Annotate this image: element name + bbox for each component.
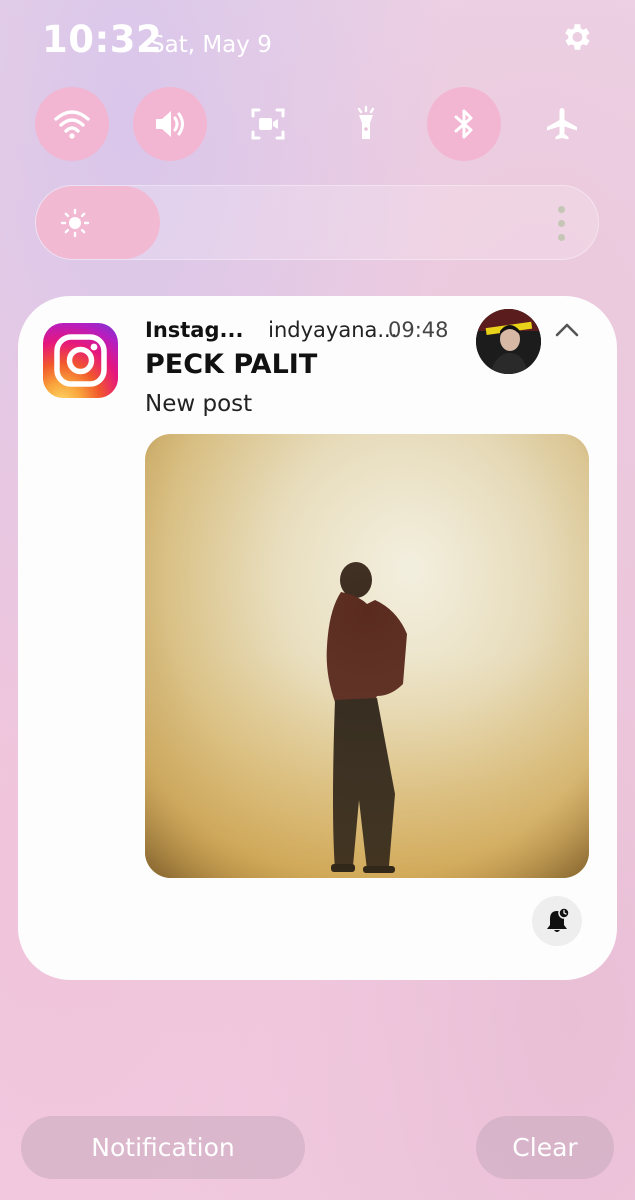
brightness-fill [36,186,160,259]
sound-toggle[interactable] [133,87,207,161]
app-name: Instag... [145,318,244,342]
bluetooth-toggle[interactable] [427,87,501,161]
clock: 10:32 [42,18,163,61]
quick-settings-tiles [35,87,601,161]
volume-icon [156,111,184,137]
brightness-slider[interactable] [35,185,599,260]
flashlight-icon [357,105,375,139]
notification-text: New post [145,391,253,417]
notification-card[interactable]: Instag... indyayana... 09:48 PECK PALIT … [18,296,617,980]
wifi-icon [54,110,90,139]
notification-header: Instag... indyayana... [145,318,397,346]
bell-snooze-icon [547,907,570,932]
status-bar: 10:32 Sat, May 9 [42,14,593,68]
screen-record-icon [251,108,285,140]
clear-button[interactable]: Clear [476,1116,614,1179]
avatar [476,309,541,374]
airplane-mode-toggle[interactable] [525,87,599,161]
more-options-icon[interactable] [558,206,566,242]
chevron-up-icon[interactable] [554,320,580,340]
screen-recorder-toggle[interactable] [231,87,305,161]
bluetooth-icon [454,109,473,139]
date: Sat, May 9 [150,32,272,58]
flashlight-toggle[interactable] [329,87,403,161]
notification-settings-button[interactable]: Notification [21,1116,305,1179]
account-name: indyayana... [268,318,398,342]
post-image[interactable] [145,434,589,878]
sun-icon [60,208,90,238]
gear-icon[interactable] [559,20,593,54]
instagram-icon [43,323,118,398]
snooze-button[interactable] [532,896,582,946]
notification-time: 09:48 [388,318,449,342]
notification-title: PECK PALIT [145,349,318,380]
airplane-icon [547,108,577,140]
wifi-toggle[interactable] [35,87,109,161]
